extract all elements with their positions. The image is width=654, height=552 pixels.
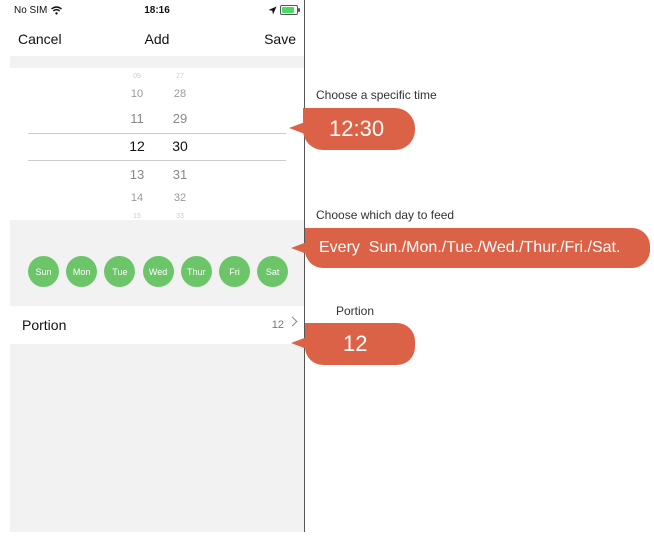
- hour-option[interactable]: 12: [122, 139, 152, 153]
- day-chip-wed[interactable]: Wed: [142, 256, 174, 287]
- time-caption: Choose a specific time: [316, 88, 437, 102]
- portion-caption: Portion: [336, 304, 375, 318]
- day-chip-mon[interactable]: Mon: [66, 256, 98, 287]
- status-bar: No SIM 18:16: [10, 0, 304, 22]
- time-picker[interactable]: 09 10 11 12 13 14 15 27 28 29 30 31 32 33: [10, 68, 304, 220]
- chevron-right-icon: [287, 316, 298, 327]
- hour-option[interactable]: 15: [122, 213, 152, 220]
- portion-callout: 12: [291, 323, 415, 365]
- minute-column[interactable]: 27 28 29 30 31 32 33: [165, 68, 195, 220]
- day-callout-value: Every Sun./Mon./Tue./Wed./Thur./Fri./Sat…: [319, 239, 621, 256]
- nav-bar: Cancel Add Save: [10, 22, 304, 56]
- minute-option[interactable]: 32: [165, 192, 195, 204]
- day-chip-thur[interactable]: Thur: [180, 256, 212, 287]
- hour-option[interactable]: 14: [122, 192, 152, 204]
- minute-option[interactable]: 31: [165, 168, 195, 181]
- location-arrow-icon: [268, 6, 277, 14]
- battery-icon: [280, 5, 300, 15]
- status-time: 18:16: [144, 5, 170, 16]
- portion-row[interactable]: Portion 12: [10, 306, 304, 344]
- status-icons: [268, 5, 300, 15]
- hour-option[interactable]: 11: [122, 112, 152, 125]
- portion-value: 12: [271, 319, 284, 331]
- minute-option[interactable]: 30: [165, 139, 195, 153]
- day-caption: Choose which day to feed: [316, 208, 455, 222]
- day-callout: Every Sun./Mon./Tue./Wed./Thur./Fri./Sat…: [291, 228, 650, 268]
- phone-screen: No SIM 18:16 Cancel Add Save 09 10 11 12 13 1…: [10, 0, 304, 532]
- page-title: Add: [144, 31, 170, 47]
- picker-selection-top-line: [28, 133, 286, 134]
- day-chip-tue[interactable]: Tue: [104, 256, 136, 287]
- portion-callout-value: 12: [343, 331, 368, 356]
- day-chip-fri[interactable]: Fri: [219, 256, 250, 287]
- save-button[interactable]: Save: [264, 31, 296, 47]
- day-chip-sun[interactable]: Sun: [28, 256, 59, 287]
- day-selector: Sun Mon Tue Wed Thur Fri Sat: [10, 224, 304, 306]
- minute-option[interactable]: 28: [165, 88, 195, 100]
- hour-option[interactable]: 13: [122, 168, 152, 181]
- minute-option[interactable]: 27: [165, 73, 195, 80]
- minute-option[interactable]: 33: [165, 213, 195, 220]
- time-callout: 12:30: [289, 108, 415, 150]
- picker-selection-bottom-line: [28, 160, 286, 161]
- hour-column[interactable]: 09 10 11 12 13 14 15: [122, 68, 152, 220]
- day-chip-sat[interactable]: Sat: [257, 256, 289, 287]
- portion-label: Portion: [22, 317, 67, 333]
- hour-option[interactable]: 10: [122, 88, 152, 100]
- time-callout-value: 12:30: [329, 116, 385, 141]
- minute-option[interactable]: 29: [165, 112, 195, 125]
- screen-divider: [304, 0, 305, 532]
- hour-option[interactable]: 09: [122, 73, 152, 80]
